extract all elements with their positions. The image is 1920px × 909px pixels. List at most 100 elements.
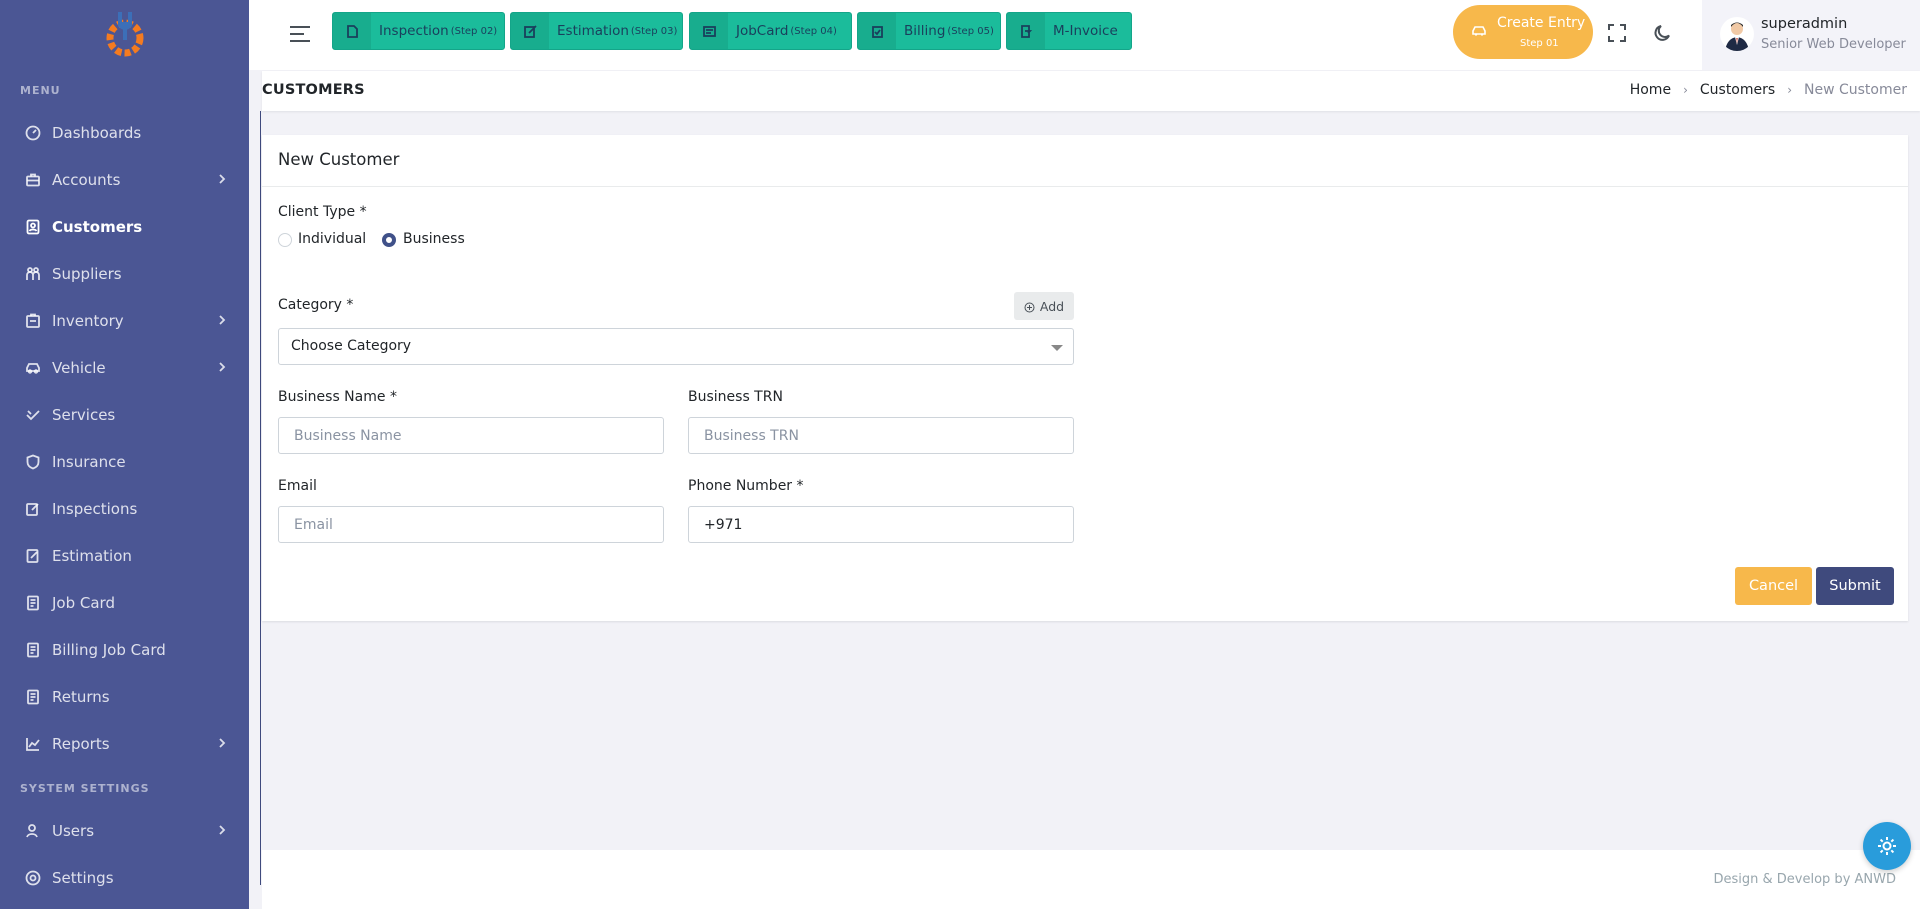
service-icon	[24, 406, 42, 424]
client-type-individual-label[interactable]: Individual	[298, 231, 366, 247]
user-profile-menu[interactable]: superadmin Senior Web Developer	[1702, 0, 1920, 70]
topbar: Inspection (Step 02) Estimation (Step 03…	[249, 0, 1920, 70]
user-role: Senior Web Developer	[1761, 37, 1906, 52]
sidebar-item-label: Insurance	[52, 453, 126, 471]
step-button-m-invoice[interactable]: M-Invoice	[1006, 12, 1132, 50]
phone-number-input[interactable]	[688, 506, 1074, 543]
hamburger-menu-icon[interactable]	[289, 25, 311, 43]
step-sub-label: (Step 03)	[630, 25, 678, 37]
sidebar-item-label: Customers	[52, 218, 143, 236]
dashboard-icon	[24, 124, 42, 142]
sidebar-item-label: Returns	[52, 688, 110, 706]
step-sub-label: (Step 05)	[947, 25, 994, 37]
add-category-button[interactable]: Add	[1014, 292, 1074, 320]
chevron-right-icon	[217, 313, 227, 327]
shield-icon	[24, 453, 42, 471]
email-input[interactable]	[278, 506, 664, 543]
chevron-right-icon	[217, 360, 227, 374]
footer: Design & Develop by ANWD	[262, 850, 1920, 909]
system-settings-section-title: SYSTEM SETTINGS	[20, 782, 150, 795]
breadcrumb-current: New Customer	[1804, 82, 1907, 98]
phone-number-label: Phone Number *	[688, 478, 804, 494]
sidebar-item-suppliers[interactable]: Suppliers	[0, 254, 249, 294]
breadcrumb-chevron-icon: ›	[1683, 83, 1688, 97]
email-label: Email	[278, 478, 317, 494]
sidebar-item-services[interactable]: Services	[0, 395, 249, 435]
add-label: Add	[1039, 298, 1065, 314]
category-select[interactable]: Choose Category	[278, 328, 1074, 365]
briefcase-icon	[24, 171, 42, 189]
sidebar-item-dashboards[interactable]: Dashboards	[0, 113, 249, 153]
document-icon	[24, 594, 42, 612]
sidebar-item-estimation[interactable]: Estimation	[0, 536, 249, 576]
sidebar-item-label: Services	[52, 406, 116, 424]
sidebar-item-label: Users	[52, 822, 95, 840]
customizer-gear-icon[interactable]	[1863, 822, 1911, 870]
step-label: Estimation	[557, 23, 629, 39]
document-icon	[24, 641, 42, 659]
sidebar-item-label: Suppliers	[52, 265, 122, 283]
car-icon	[24, 359, 42, 377]
step-sub-label: (Step 02)	[450, 25, 498, 37]
inventory-icon	[24, 312, 42, 330]
sidebar-item-vehicle[interactable]: Vehicle	[0, 348, 249, 388]
sidebar-item-insurance[interactable]: Insurance	[0, 442, 249, 482]
sidebar-item-billing-job-card[interactable]: Billing Job Card	[0, 630, 249, 670]
step-button-billing[interactable]: Billing (Step 05)	[857, 12, 1001, 50]
sidebar-item-label: Billing Job Card	[52, 641, 166, 659]
dark-mode-moon-icon[interactable]	[1653, 23, 1675, 45]
sidebar-item-label: Reports	[52, 735, 110, 753]
sidebar-item-reports[interactable]: Reports	[0, 724, 249, 764]
sidebar-item-accounts[interactable]: Accounts	[0, 160, 249, 200]
caret-down-icon	[1051, 345, 1063, 351]
sidebar-item-settings[interactable]: Settings	[0, 858, 249, 898]
sidebar-item-users[interactable]: Users	[0, 811, 249, 851]
sidebar-item-label: Estimation	[52, 547, 132, 565]
clipboard-icon	[858, 13, 896, 49]
sidebar-item-inspections[interactable]: Inspections	[0, 489, 249, 529]
sidebar-item-inventory[interactable]: Inventory	[0, 301, 249, 341]
menu-section-title: MENU	[20, 84, 61, 97]
category-label: Category *	[278, 297, 354, 313]
avatar	[1720, 17, 1754, 51]
step-button-jobcard[interactable]: JobCard (Step 04)	[689, 12, 852, 50]
chart-icon	[24, 735, 42, 753]
edit-icon	[24, 500, 42, 518]
step-button-estimation[interactable]: Estimation (Step 03)	[510, 12, 683, 50]
create-entry-button[interactable]: Create Entry Step 01	[1453, 5, 1593, 59]
step-label: Billing	[904, 23, 946, 39]
card-header: New Customer	[262, 135, 1908, 187]
chevron-right-icon	[217, 172, 227, 186]
client-type-individual-radio[interactable]	[278, 233, 292, 247]
breadcrumb-chevron-icon: ›	[1787, 83, 1792, 97]
client-type-business-label[interactable]: Business	[403, 231, 465, 247]
breadcrumb-customers[interactable]: Customers	[1700, 82, 1775, 98]
step-label: Inspection	[379, 23, 449, 39]
sidebar-item-label: Settings	[52, 869, 114, 887]
cancel-button[interactable]: Cancel	[1735, 567, 1812, 605]
step-label: M-Invoice	[1053, 23, 1118, 39]
sidebar-item-label: Inventory	[52, 312, 124, 330]
step-sub-label: (Step 04)	[790, 25, 837, 37]
sidebar-item-returns[interactable]: Returns	[0, 677, 249, 717]
sidebar-item-job-card[interactable]: Job Card	[0, 583, 249, 623]
app-logo[interactable]	[100, 8, 150, 60]
sidebar-item-label: Dashboards	[52, 124, 142, 142]
edit-icon	[511, 13, 549, 49]
client-type-label: Client Type *	[278, 204, 367, 220]
fullscreen-icon[interactable]	[1607, 23, 1629, 45]
client-type-business-radio[interactable]	[382, 233, 396, 247]
step-button-inspection[interactable]: Inspection (Step 02)	[332, 12, 505, 50]
business-name-input[interactable]	[278, 417, 664, 454]
sidebar-item-customers[interactable]: Customers	[0, 207, 249, 247]
business-name-label: Business Name *	[278, 389, 397, 405]
submit-button[interactable]: Submit	[1816, 567, 1894, 605]
breadcrumb-home[interactable]: Home	[1630, 82, 1671, 98]
page-title: CUSTOMERS	[262, 82, 365, 98]
category-select-value: Choose Category	[291, 338, 412, 354]
sidebar-item-label: Job Card	[52, 594, 115, 612]
sidebar-item-label: Inspections	[52, 500, 138, 518]
sidebar: MENU Dashboards Accounts Customers Suppl…	[0, 0, 249, 909]
business-trn-input[interactable]	[688, 417, 1074, 454]
chevron-right-icon	[217, 823, 227, 837]
